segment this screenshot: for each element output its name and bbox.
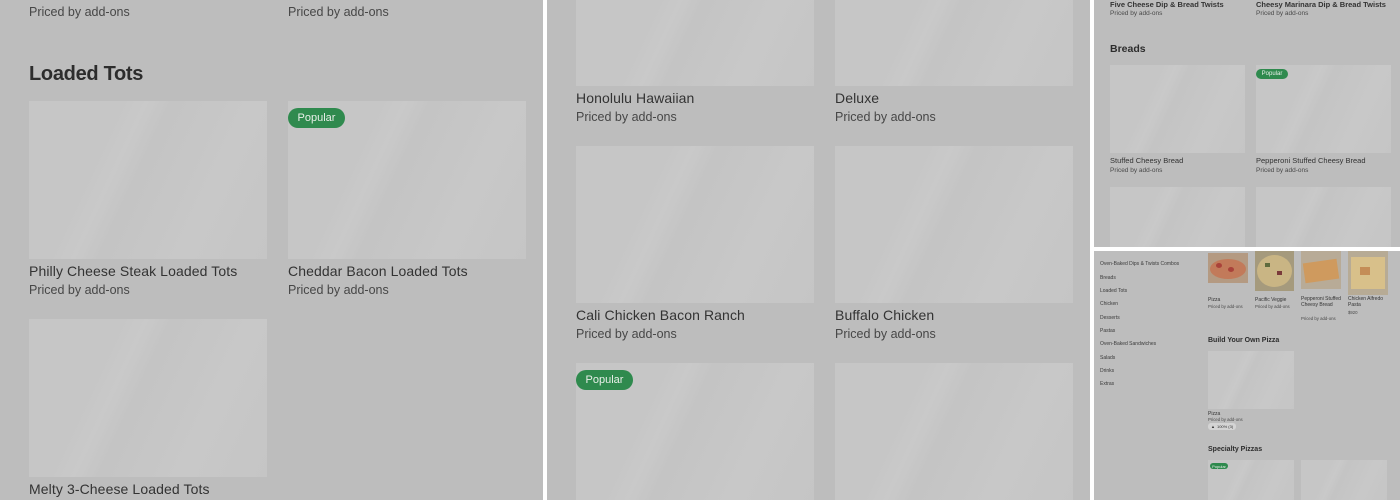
item-image-placeholder[interactable]: [576, 146, 814, 303]
item-name[interactable]: Deluxe: [835, 90, 879, 106]
item-name[interactable]: Pepperoni Stuffed Cheesy Bread: [1256, 156, 1366, 165]
item-price: Priced by add-ons: [835, 327, 936, 341]
pizza-photo[interactable]: [1208, 253, 1248, 283]
item-image-placeholder[interactable]: [1110, 187, 1245, 247]
item-name[interactable]: Cheesy Marinara Dip & Bread Twists: [1256, 0, 1386, 9]
sidebar-item-chicken[interactable]: Chicken: [1100, 301, 1118, 307]
item-price: Priced by add-ons: [1208, 304, 1243, 309]
item-name[interactable]: Melty 3-Cheese Loaded Tots: [29, 481, 210, 497]
item-name[interactable]: Cali Chicken Bacon Ranch: [576, 307, 745, 323]
item-price: Priced by add-ons: [835, 110, 936, 124]
item-name[interactable]: Cheddar Bacon Loaded Tots: [288, 263, 468, 279]
section-title-breads: Breads: [1110, 43, 1146, 55]
stuffed-cheesy-bread-photo[interactable]: [1301, 251, 1341, 289]
popular-badge: Popular: [1210, 463, 1228, 469]
item-name[interactable]: Pacific Veggie: [1255, 297, 1286, 303]
item-price: Priced by add-ons: [1301, 316, 1336, 321]
sidebar-item-pastas[interactable]: Pastas: [1100, 328, 1115, 334]
item-image-placeholder[interactable]: [1256, 187, 1391, 247]
item-price: Priced by add-ons: [29, 283, 130, 297]
item-image-placeholder[interactable]: [835, 146, 1073, 303]
section-title-specialty-pizzas: Specialty Pizzas: [1208, 446, 1263, 453]
sidebar-item-dips-twists-combos[interactable]: Oven-Baked Dips & Twists Combos: [1100, 261, 1179, 267]
specialty-pizzas-panel: Honolulu Hawaiian Priced by add-ons Delu…: [547, 0, 1090, 500]
item-price: Priced by add-ons: [288, 5, 389, 19]
item-image-placeholder[interactable]: [29, 101, 267, 259]
item-price: Priced by add-ons: [1255, 304, 1290, 309]
sidebar-item-desserts[interactable]: Desserts: [1100, 315, 1120, 321]
item-name[interactable]: Honolulu Hawaiian: [576, 90, 694, 106]
menu-overview-panel: Oven-Baked Dips & Twists Combos Breads L…: [1094, 251, 1400, 500]
item-image-placeholder[interactable]: [1110, 65, 1245, 153]
item-price: Priced by add-ons: [1256, 10, 1309, 17]
sidebar-item-breads[interactable]: Breads: [1100, 275, 1116, 281]
sidebar-item-loaded-tots[interactable]: Loaded Tots: [1100, 288, 1127, 294]
rating-value: 100% (3): [1216, 424, 1234, 429]
popular-badge: Popular: [576, 370, 633, 390]
sidebar-item-salads[interactable]: Salads: [1100, 355, 1115, 361]
section-title-byo-pizza: Build Your Own Pizza: [1208, 337, 1280, 344]
breads-panel: Five Cheese Dip & Bread Twists Priced by…: [1094, 0, 1400, 247]
item-price: Priced by add-ons: [1208, 417, 1243, 422]
popular-badge: Popular: [288, 108, 345, 128]
item-name[interactable]: Chicken Alfredo Pasta: [1348, 296, 1390, 308]
item-name[interactable]: Stuffed Cheesy Bread: [1110, 156, 1183, 165]
item-name[interactable]: Philly Cheese Steak Loaded Tots: [29, 263, 237, 279]
item-name[interactable]: Buffalo Chicken: [835, 307, 934, 323]
sidebar-item-sandwiches[interactable]: Oven-Baked Sandwiches: [1100, 341, 1156, 347]
item-price: $920: [1348, 310, 1358, 315]
item-price: Priced by add-ons: [288, 283, 389, 297]
item-image-placeholder[interactable]: [1301, 460, 1387, 500]
item-image-placeholder[interactable]: [576, 0, 814, 86]
rating-chip: ▲ 100% (3): [1208, 423, 1237, 430]
item-price: Priced by add-ons: [1256, 167, 1309, 174]
item-image-placeholder[interactable]: [1208, 351, 1294, 409]
thumbs-up-icon: ▲: [1211, 424, 1215, 429]
item-name[interactable]: Pizza: [1208, 297, 1220, 303]
item-image-placeholder[interactable]: [29, 319, 267, 477]
section-title-loaded-tots: Loaded Tots: [29, 63, 144, 85]
item-image-placeholder[interactable]: [835, 0, 1073, 86]
loaded-tots-panel: Priced by add-ons Priced by add-ons Load…: [0, 0, 543, 500]
item-price: Priced by add-ons: [576, 110, 677, 124]
sidebar-item-extras[interactable]: Extras: [1100, 381, 1114, 387]
item-image-placeholder[interactable]: [835, 363, 1073, 500]
item-price: Priced by add-ons: [29, 5, 130, 19]
item-name[interactable]: Pepperoni Stuffed Cheesy Bread: [1301, 296, 1341, 308]
item-name[interactable]: Five Cheese Dip & Bread Twists: [1110, 0, 1224, 9]
pacific-veggie-photo[interactable]: [1255, 251, 1294, 291]
popular-badge: Popular: [1256, 69, 1288, 79]
chicken-alfredo-photo[interactable]: [1348, 251, 1388, 295]
item-price: Priced by add-ons: [1110, 10, 1163, 17]
item-price: Priced by add-ons: [576, 327, 677, 341]
sidebar-item-drinks[interactable]: Drinks: [1100, 368, 1114, 374]
item-price: Priced by add-ons: [1110, 167, 1163, 174]
